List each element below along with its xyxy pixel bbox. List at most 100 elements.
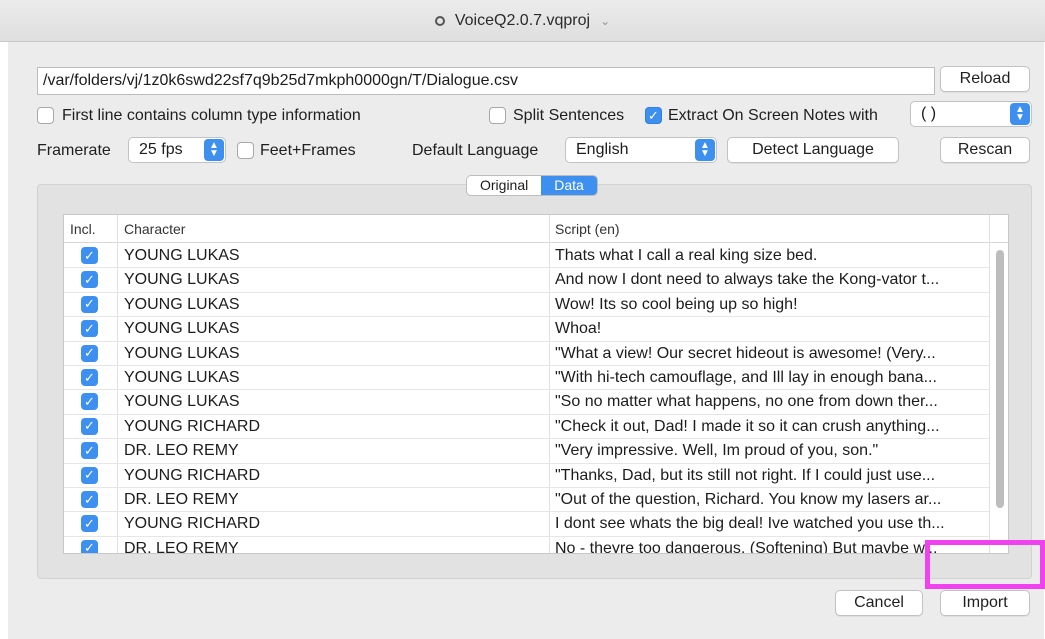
table-row[interactable]: ✓ DR. LEO REMY "Out of the question, Richa… (64, 488, 989, 513)
script-cell[interactable]: "With hi-tech camouflage, and Ill lay in… (555, 369, 985, 387)
column-header-character[interactable]: Character (124, 221, 185, 237)
table-row[interactable]: ✓ YOUNG LUKAS "So no matter what happens, … (64, 390, 989, 415)
include-checkbox[interactable]: ✓ (81, 515, 98, 533)
document-icon (434, 15, 445, 26)
table-row[interactable]: ✓ YOUNG LUKAS "What a view! Our secret hid… (64, 342, 989, 366)
split-sentences-checkbox[interactable] (489, 107, 506, 124)
character-cell[interactable]: DR. LEO REMY (124, 442, 544, 460)
framerate-select[interactable]: 25 fps ▲ ▼ (128, 137, 226, 163)
script-cell[interactable]: "Thanks, Dad, but its still not right. I… (555, 467, 985, 485)
import-dialog: /var/folders/vj/1z0k6swd22sf7q9b25d7mkph… (8, 42, 1044, 639)
table-row[interactable]: ✓ YOUNG RICHARD "Thanks, Dad, but its stil… (64, 464, 989, 488)
character-cell[interactable]: YOUNG RICHARD (124, 515, 544, 533)
first-line-label: First line contains column type informat… (62, 107, 361, 124)
checkmark-icon: ✓ (84, 442, 95, 458)
character-cell[interactable]: YOUNG LUKAS (124, 247, 544, 265)
include-checkbox[interactable]: ✓ (81, 539, 98, 554)
checkmark-icon: ✓ (84, 467, 95, 483)
script-cell[interactable]: "So no matter what happens, no one from … (555, 393, 985, 411)
checkmark-icon: ✓ (84, 369, 95, 385)
include-checkbox[interactable]: ✓ (81, 442, 98, 460)
script-cell[interactable]: And now I dont need to always take the K… (555, 271, 985, 289)
script-cell[interactable]: Thats what I call a real king size bed. (555, 247, 985, 265)
notes-delimiter-value: ( ) (921, 105, 937, 122)
include-checkbox[interactable]: ✓ (81, 491, 98, 508)
checkmark-icon: ✓ (84, 540, 95, 554)
checkmark-icon: ✓ (84, 320, 95, 336)
table-row[interactable]: ✓ DR. LEO REMY "Very impressive. Well, Im … (64, 439, 989, 464)
include-checkbox[interactable]: ✓ (81, 271, 98, 289)
table-row[interactable]: ✓ YOUNG LUKAS And now I dont need to alway… (64, 268, 989, 293)
character-cell[interactable]: YOUNG LUKAS (124, 320, 544, 338)
file-path-field[interactable]: /var/folders/vj/1z0k6swd22sf7q9b25d7mkph… (37, 67, 935, 95)
default-language-value: English (576, 141, 629, 158)
checkmark-icon: ✓ (84, 393, 95, 409)
stepper-icon: ▲ ▼ (204, 139, 224, 161)
character-cell[interactable]: YOUNG LUKAS (124, 345, 544, 363)
checkmark-icon: ✓ (84, 345, 95, 361)
script-cell[interactable]: I dont see whats the big deal! Ive watch… (555, 515, 985, 533)
table-row[interactable]: ✓ YOUNG LUKAS Wow! Its so cool being up so… (64, 293, 989, 318)
table-row[interactable]: ✓ YOUNG LUKAS Thats what I call a real kin… (64, 244, 989, 269)
checkmark-icon: ✓ (84, 491, 95, 507)
import-button[interactable]: Import (940, 590, 1030, 616)
include-checkbox[interactable]: ✓ (81, 295, 98, 313)
stepper-icon: ▲ ▼ (1010, 103, 1030, 125)
script-cell[interactable]: Whoa! (555, 320, 985, 338)
notes-delimiter-select[interactable]: ( ) ▲ ▼ (910, 101, 1032, 127)
feet-frames-checkbox[interactable] (237, 142, 254, 159)
scrollbar-thumb[interactable] (996, 250, 1004, 508)
column-divider (989, 215, 990, 553)
character-cell[interactable]: DR. LEO REMY (124, 540, 544, 553)
include-checkbox[interactable]: ✓ (81, 344, 98, 362)
character-cell[interactable]: YOUNG LUKAS (124, 296, 544, 314)
detect-language-button[interactable]: Detect Language (727, 137, 899, 163)
data-table: Incl. Character Script (en) ✓ YOUNG LUKAS… (63, 214, 1009, 554)
first-line-checkbox[interactable] (37, 107, 54, 124)
import-highlight-box (925, 540, 1045, 589)
table-row[interactable]: ✓ YOUNG LUKAS Whoa! (64, 317, 989, 342)
character-cell[interactable]: YOUNG LUKAS (124, 393, 544, 411)
checkmark-icon: ✓ (84, 515, 95, 531)
window-title-menu[interactable]: VoiceQ2.0.7.vqproj ⌄ (434, 12, 610, 30)
include-checkbox[interactable]: ✓ (81, 320, 98, 338)
checkmark-icon: ✓ (84, 418, 95, 434)
include-checkbox[interactable]: ✓ (81, 369, 98, 386)
vertical-scrollbar[interactable] (994, 245, 1004, 550)
script-cell[interactable]: No - theyre too dangerous. (Softening) B… (555, 540, 985, 553)
script-cell[interactable]: "Check it out, Dad! I made it so it can … (555, 418, 985, 436)
script-cell[interactable]: "Very impressive. Well, Im proud of you,… (555, 442, 985, 460)
script-cell[interactable]: "What a view! Our secret hideout is awes… (555, 345, 985, 363)
script-cell[interactable]: Wow! Its so cool being up so high! (555, 296, 985, 314)
extract-notes-label: Extract On Screen Notes with (668, 107, 878, 124)
column-header-script[interactable]: Script (en) (555, 221, 620, 237)
checkmark-icon: ✓ (84, 296, 95, 312)
framerate-label: Framerate (37, 142, 111, 159)
include-checkbox[interactable]: ✓ (81, 247, 98, 264)
character-cell[interactable]: YOUNG RICHARD (124, 467, 544, 485)
default-language-select[interactable]: English ▲ ▼ (565, 137, 717, 163)
table-row[interactable]: ✓ YOUNG LUKAS "With hi-tech camouflage, an… (64, 366, 989, 391)
default-language-label: Default Language (412, 142, 539, 159)
character-cell[interactable]: DR. LEO REMY (124, 491, 544, 509)
cancel-button[interactable]: Cancel (835, 590, 923, 616)
table-row[interactable]: ✓ YOUNG RICHARD "Check it out, Dad! I made… (64, 415, 989, 440)
character-cell[interactable]: YOUNG LUKAS (124, 271, 544, 289)
tab-original[interactable]: Original (467, 176, 541, 195)
split-sentences-label: Split Sentences (513, 107, 625, 124)
character-cell[interactable]: YOUNG LUKAS (124, 369, 544, 387)
table-row[interactable]: ✓ YOUNG RICHARD I dont see whats the big d… (64, 512, 989, 537)
character-cell[interactable]: YOUNG RICHARD (124, 418, 544, 436)
include-checkbox[interactable]: ✓ (81, 466, 98, 484)
table-header: Incl. Character Script (en) (64, 215, 1008, 243)
rescan-button[interactable]: Rescan (940, 137, 1030, 163)
script-cell[interactable]: "Out of the question, Richard. You know … (555, 491, 985, 509)
extract-notes-checkbox[interactable]: ✓ (645, 107, 662, 124)
include-checkbox[interactable]: ✓ (81, 417, 98, 435)
table-row[interactable]: ✓ DR. LEO REMY No - theyre too dangerous. … (64, 537, 989, 554)
tab-data[interactable]: Data (541, 176, 597, 195)
feet-frames-label: Feet+Frames (260, 142, 356, 159)
include-checkbox[interactable]: ✓ (81, 393, 98, 411)
column-header-incl[interactable]: Incl. (70, 221, 96, 237)
reload-button[interactable]: Reload (940, 66, 1030, 92)
